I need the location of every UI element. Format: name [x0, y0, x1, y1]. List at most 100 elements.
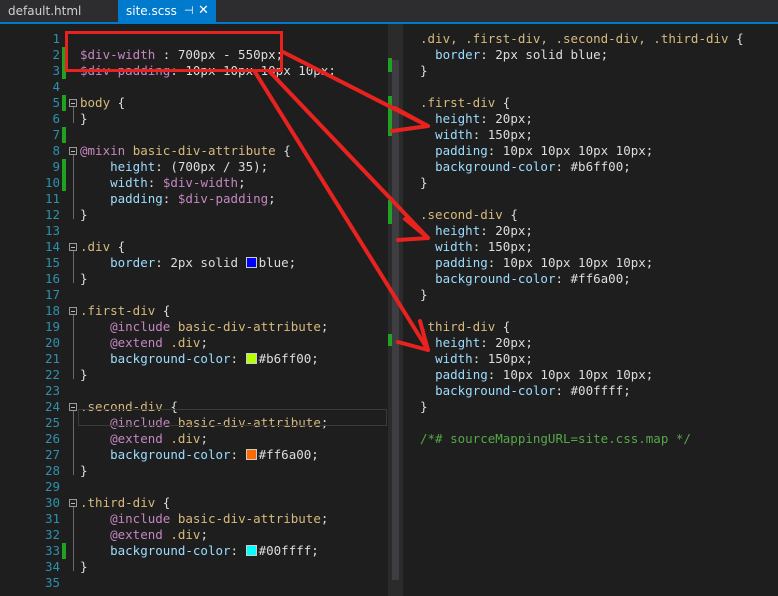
- code-token: basic-div-attribute: [132, 143, 276, 158]
- code-line[interactable]: @extend .div;: [80, 335, 208, 351]
- code-token: .first-div: [80, 303, 156, 318]
- code-token: : 150px;: [472, 239, 533, 254]
- css-line[interactable]: border: 2px solid blue;: [420, 47, 608, 63]
- css-line[interactable]: width: 150px;: [420, 239, 533, 255]
- fold-toggle[interactable]: [69, 147, 77, 155]
- code-token: .div, .first-div, .second-div, .third-di…: [420, 31, 729, 46]
- css-line[interactable]: .first-div {: [420, 95, 510, 111]
- code-line[interactable]: @mixin basic-div-attribute {: [80, 143, 291, 159]
- css-line[interactable]: background-color: #00ffff;: [420, 383, 631, 399]
- css-line[interactable]: background-color: #ff6a00;: [420, 271, 631, 287]
- fold-toggle[interactable]: [69, 307, 77, 315]
- code-line[interactable]: }: [80, 207, 88, 223]
- code-token: ;: [200, 335, 208, 350]
- tab-site-scss[interactable]: site.scss ⊣ ✕: [118, 0, 216, 22]
- code-token: }: [80, 207, 88, 222]
- code-line[interactable]: }: [80, 463, 88, 479]
- change-marker: [62, 95, 66, 111]
- css-line[interactable]: padding: 10px 10px 10px 10px;: [420, 367, 653, 383]
- code-line[interactable]: }: [80, 111, 88, 127]
- code-line[interactable]: background-color: #ff6a00;: [80, 447, 319, 463]
- code-token: @extend: [110, 527, 163, 542]
- code-line[interactable]: background-color: #00ffff;: [80, 543, 319, 559]
- code-line[interactable]: }: [80, 271, 88, 287]
- code-token: background-color: [110, 351, 231, 366]
- code-line[interactable]: background-color: #b6ff00;: [80, 351, 319, 367]
- code-line[interactable]: height: (700px / 35);: [80, 159, 268, 175]
- css-line[interactable]: width: 150px;: [420, 127, 533, 143]
- code-token: }: [420, 175, 428, 190]
- code-line[interactable]: padding: $div-padding;: [80, 191, 276, 207]
- code-line[interactable]: @include basic-div-attribute;: [80, 319, 328, 335]
- fold-toggle[interactable]: [69, 499, 77, 507]
- code-line[interactable]: }: [80, 559, 88, 575]
- css-line[interactable]: padding: 10px 10px 10px 10px;: [420, 255, 653, 271]
- css-line[interactable]: }: [420, 287, 428, 303]
- code-line[interactable]: .third-div {: [80, 495, 170, 511]
- code-line[interactable]: @extend .div;: [80, 527, 208, 543]
- code-line[interactable]: border: 2px solid blue;: [80, 255, 296, 271]
- line-number: 26: [44, 431, 60, 446]
- code-token: background-color: [435, 271, 556, 286]
- code-token: }: [80, 367, 88, 382]
- code-token: width: [435, 239, 473, 254]
- code-token: @include: [110, 319, 171, 334]
- code-line[interactable]: @extend .div;: [80, 431, 208, 447]
- css-line[interactable]: height: 20px;: [420, 111, 533, 127]
- pin-icon[interactable]: ⊣: [184, 0, 194, 22]
- line-number: 17: [44, 287, 60, 302]
- scrollbar-thumb[interactable]: [392, 60, 399, 580]
- css-line[interactable]: background-color: #b6ff00;: [420, 159, 631, 175]
- css-line[interactable]: }: [420, 63, 428, 79]
- code-line[interactable]: body {: [80, 95, 125, 111]
- change-marker: [62, 127, 66, 143]
- tab-default-html[interactable]: default.html: [0, 0, 118, 22]
- color-swatch: [245, 257, 257, 268]
- css-line[interactable]: }: [420, 175, 428, 191]
- code-token: }: [80, 271, 88, 286]
- close-icon[interactable]: ✕: [198, 0, 209, 22]
- code-token: .div: [80, 239, 111, 254]
- css-line[interactable]: }: [420, 399, 428, 415]
- code-token: basic-div-attribute: [177, 319, 321, 334]
- code-line[interactable]: width: $div-width;: [80, 175, 246, 191]
- css-line[interactable]: height: 20px;: [420, 223, 533, 239]
- css-line[interactable]: /*# sourceMappingURL=site.css.map */: [420, 431, 691, 447]
- code-token: :: [147, 175, 163, 190]
- fold-guide: [73, 155, 74, 219]
- line-number: 21: [44, 351, 60, 366]
- fold-toggle[interactable]: [69, 403, 77, 411]
- code-line[interactable]: }: [80, 367, 88, 383]
- css-line[interactable]: .third-div {: [420, 319, 510, 335]
- change-marker: [62, 175, 66, 191]
- code-token: {: [728, 31, 744, 46]
- code-token: /*# sourceMappingURL=site.css.map */: [420, 431, 691, 446]
- code-line[interactable]: .first-div {: [80, 303, 170, 319]
- line-number: 23: [44, 383, 60, 398]
- code-token: ;: [268, 191, 276, 206]
- code-token: padding: [435, 255, 488, 270]
- css-line[interactable]: height: 20px;: [420, 335, 533, 351]
- css-line[interactable]: width: 150px;: [420, 351, 533, 367]
- code-token: height: [110, 159, 156, 174]
- fold-toggle[interactable]: [69, 99, 77, 107]
- code-line[interactable]: @include basic-div-attribute;: [80, 511, 328, 527]
- css-line[interactable]: padding: 10px 10px 10px 10px;: [420, 143, 653, 159]
- css-line[interactable]: .second-div {: [420, 207, 518, 223]
- line-number: 5: [52, 95, 60, 110]
- line-number: 1: [52, 31, 60, 46]
- code-token: : 20px;: [480, 335, 533, 350]
- line-number: 3: [52, 63, 60, 78]
- code-token: : 2px solid blue;: [480, 47, 609, 62]
- fold-toggle[interactable]: [69, 243, 77, 251]
- css-line[interactable]: .div, .first-div, .second-div, .third-di…: [420, 31, 744, 47]
- code-token: {: [155, 303, 171, 318]
- code-line[interactable]: .div {: [80, 239, 125, 255]
- code-token: .third-div: [80, 495, 156, 510]
